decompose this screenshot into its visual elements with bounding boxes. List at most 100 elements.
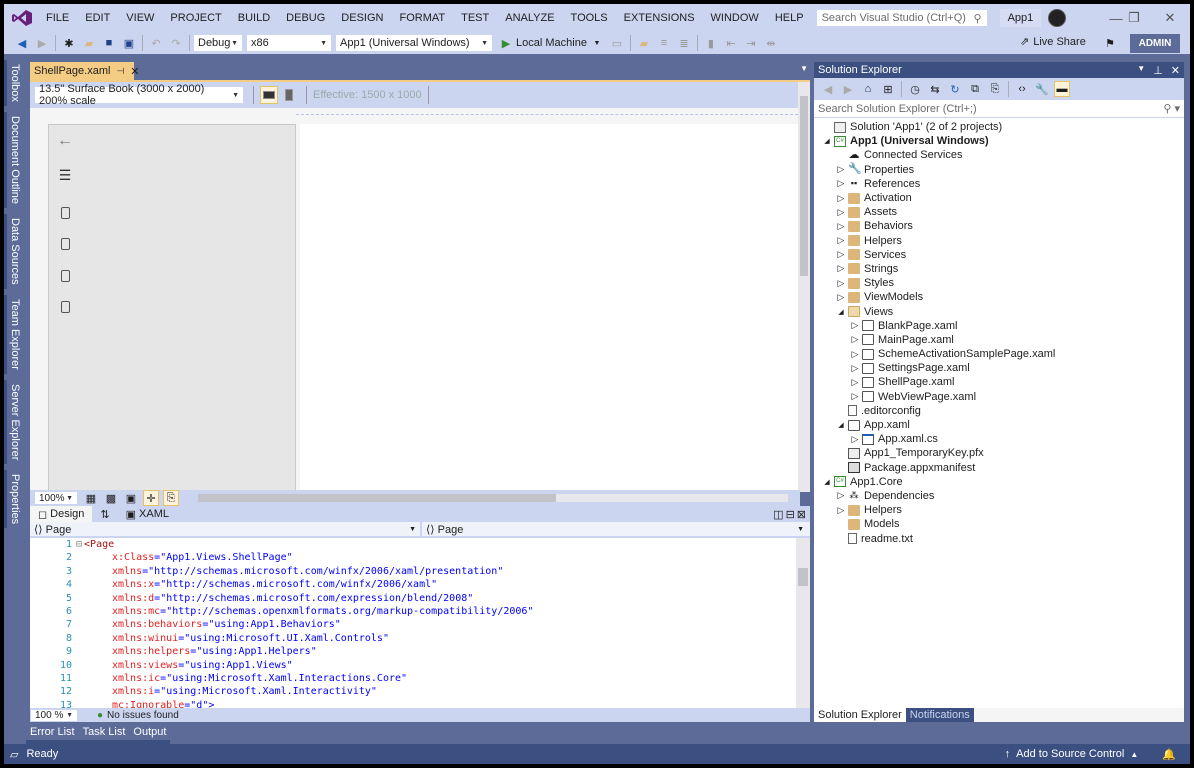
notifications-bell-icon[interactable]: 🔔: [1162, 748, 1176, 761]
menu-view[interactable]: VIEW: [118, 12, 162, 24]
tree-item[interactable]: Solution 'App1' (2 of 2 projects): [814, 120, 1184, 134]
collapse-pane-icon[interactable]: ⊠: [797, 508, 806, 521]
properties-icon[interactable]: 🔧: [1034, 81, 1050, 97]
tree-item[interactable]: ▷ WebViewPage.xaml: [814, 390, 1184, 404]
tree-item[interactable]: ◢ C# App1.Core: [814, 475, 1184, 489]
collapsed-arrow-icon[interactable]: ▷: [836, 235, 846, 246]
tree-item[interactable]: ◢ App.xaml: [814, 418, 1184, 432]
tree-item[interactable]: App1_TemporaryKey.pfx: [814, 446, 1184, 460]
tab-list-dropdown-icon[interactable]: ▼: [800, 64, 808, 73]
tree-item[interactable]: ▷ BlankPage.xaml: [814, 319, 1184, 333]
pin-icon[interactable]: ⊥: [1153, 64, 1163, 77]
pin-icon[interactable]: ⊣: [116, 66, 124, 77]
collapsed-arrow-icon[interactable]: ▷: [836, 490, 846, 501]
tab-task-list[interactable]: Task List: [78, 726, 130, 744]
collapsed-arrow-icon[interactable]: ▷: [836, 249, 846, 260]
design-canvas[interactable]: ← ☰: [30, 108, 798, 492]
tab-output[interactable]: Output: [129, 726, 171, 744]
menu-design[interactable]: DESIGN: [333, 12, 391, 24]
add-to-source-control-button[interactable]: ↑ Add to Source Control ▲ 🔔: [1005, 748, 1176, 761]
collapsed-arrow-icon[interactable]: ▷: [836, 207, 846, 218]
startup-project-dropdown[interactable]: App1 (Universal Windows) ▼: [335, 34, 493, 52]
collapsed-arrow-icon[interactable]: ▷: [850, 391, 860, 402]
menu-analyze[interactable]: ANALYZE: [497, 12, 562, 24]
tree-item[interactable]: ☁ Connected Services: [814, 148, 1184, 162]
tree-item[interactable]: ▷ Activation: [814, 191, 1184, 205]
tree-item[interactable]: ▷ Behaviors: [814, 219, 1184, 233]
navigate-back-icon[interactable]: ◀: [14, 35, 30, 51]
collapsed-arrow-icon[interactable]: ▷: [836, 178, 846, 189]
grid-icon[interactable]: ▦: [83, 490, 99, 506]
menu-debug[interactable]: DEBUG: [278, 12, 333, 24]
bookmark-icon[interactable]: ▮: [703, 35, 719, 51]
snap-grid-icon[interactable]: ▩: [103, 490, 119, 506]
expanded-arrow-icon[interactable]: ◢: [836, 421, 846, 429]
designer-horizontal-scrollbar[interactable]: [198, 494, 788, 502]
menu-file[interactable]: FILE: [38, 12, 77, 24]
new-project-icon[interactable]: ✱: [61, 35, 77, 51]
scrollbar-thumb[interactable]: [798, 568, 808, 586]
tree-item[interactable]: ◢ Views: [814, 304, 1184, 318]
tool-tab-data-sources[interactable]: Data Sources: [4, 213, 21, 289]
window-icon[interactable]: ▭: [609, 35, 625, 51]
clear-bookmarks-icon[interactable]: ⇹: [763, 35, 779, 51]
collapsed-arrow-icon[interactable]: ▷: [850, 320, 860, 331]
device-dropdown[interactable]: 13.5" Surface Book (3000 x 2000) 200% sc…: [34, 83, 244, 107]
back-icon[interactable]: ◀: [820, 81, 836, 97]
collapse-all-icon[interactable]: ⧉: [967, 81, 983, 97]
portrait-orientation-icon[interactable]: [280, 86, 298, 104]
menu-project[interactable]: PROJECT: [162, 12, 229, 24]
collapsed-arrow-icon[interactable]: ▷: [850, 349, 860, 360]
live-share-button[interactable]: ⇗ Live Share: [1020, 35, 1086, 49]
show-all-files-icon[interactable]: ⎘: [987, 81, 1003, 97]
expanded-arrow-icon[interactable]: ◢: [836, 308, 846, 316]
sync-icon[interactable]: ⇆: [927, 81, 943, 97]
collapsed-arrow-icon[interactable]: ▷: [836, 292, 846, 303]
forward-icon[interactable]: ▶: [840, 81, 856, 97]
snap-lines-icon[interactable]: ✛: [143, 490, 159, 506]
window-position-icon[interactable]: ▼: [1137, 64, 1145, 77]
home-icon[interactable]: ⌂: [860, 81, 876, 97]
tree-item[interactable]: ▷ App.xaml.cs: [814, 432, 1184, 446]
collapsed-arrow-icon[interactable]: ▷: [836, 278, 846, 289]
tree-item[interactable]: ▷ ⁂ Dependencies: [814, 489, 1184, 503]
tool-tab-toolbox[interactable]: Toolbox: [4, 60, 21, 106]
solution-explorer-search-input[interactable]: Search Solution Explorer (Ctrl+;) ⚲ ▾: [814, 100, 1184, 118]
tree-item[interactable]: ▷ Assets: [814, 205, 1184, 219]
uncomment-icon[interactable]: ≣: [676, 35, 692, 51]
tree-item[interactable]: ▷ ▪▪ References: [814, 177, 1184, 191]
close-panel-icon[interactable]: ✕: [1171, 64, 1180, 77]
landscape-orientation-icon[interactable]: [260, 86, 278, 104]
undo-icon[interactable]: ↶: [148, 35, 164, 51]
menu-extensions[interactable]: EXTENSIONS: [616, 12, 703, 24]
expanded-arrow-icon[interactable]: ◢: [822, 137, 832, 145]
chevron-down-icon[interactable]: ▼: [589, 35, 605, 51]
tab-design[interactable]: ◻ Design: [30, 506, 93, 522]
scrollbar-thumb[interactable]: [198, 494, 556, 502]
tree-item[interactable]: Package.appxmanifest: [814, 461, 1184, 475]
prev-bookmark-icon[interactable]: ⇤: [723, 35, 739, 51]
tool-tab-document-outline[interactable]: Document Outline: [4, 111, 21, 208]
tree-item[interactable]: ▷ Styles: [814, 276, 1184, 290]
collapsed-arrow-icon[interactable]: ▷: [836, 164, 846, 175]
open-file-icon[interactable]: ▰: [81, 35, 97, 51]
preview-selected-icon[interactable]: ▬: [1054, 81, 1070, 97]
comment-icon[interactable]: ≡: [656, 35, 672, 51]
swap-panes-button[interactable]: ⇅: [92, 506, 117, 522]
designer-zoom-dropdown[interactable]: 100% ▼: [34, 491, 78, 505]
navigate-forward-icon[interactable]: ▶: [34, 35, 50, 51]
tab-error-list[interactable]: Error List: [26, 726, 79, 744]
scrollbar-thumb[interactable]: [800, 96, 808, 276]
tree-item[interactable]: ▷ ShellPage.xaml: [814, 375, 1184, 389]
horizontal-split-icon[interactable]: ⊟: [786, 508, 795, 521]
project-code-icon[interactable]: ⎘: [163, 490, 179, 506]
element-dropdown-left[interactable]: ⟨⟩ Page ▼: [30, 522, 422, 536]
tree-item[interactable]: ▷ Strings: [814, 262, 1184, 276]
tool-tab-server-explorer[interactable]: Server Explorer: [4, 379, 21, 464]
tree-item[interactable]: ▷ ViewModels: [814, 290, 1184, 304]
tree-item[interactable]: readme.txt: [814, 531, 1184, 545]
close-tab-icon[interactable]: ✕: [130, 65, 139, 78]
tree-item[interactable]: ▷ Services: [814, 248, 1184, 262]
xaml-code-editor[interactable]: 1 ⊟ <Page 2 x:Class="App1.Views.ShellPage" 3 x…: [30, 538, 810, 708]
save-all-icon[interactable]: ▣: [121, 35, 137, 51]
